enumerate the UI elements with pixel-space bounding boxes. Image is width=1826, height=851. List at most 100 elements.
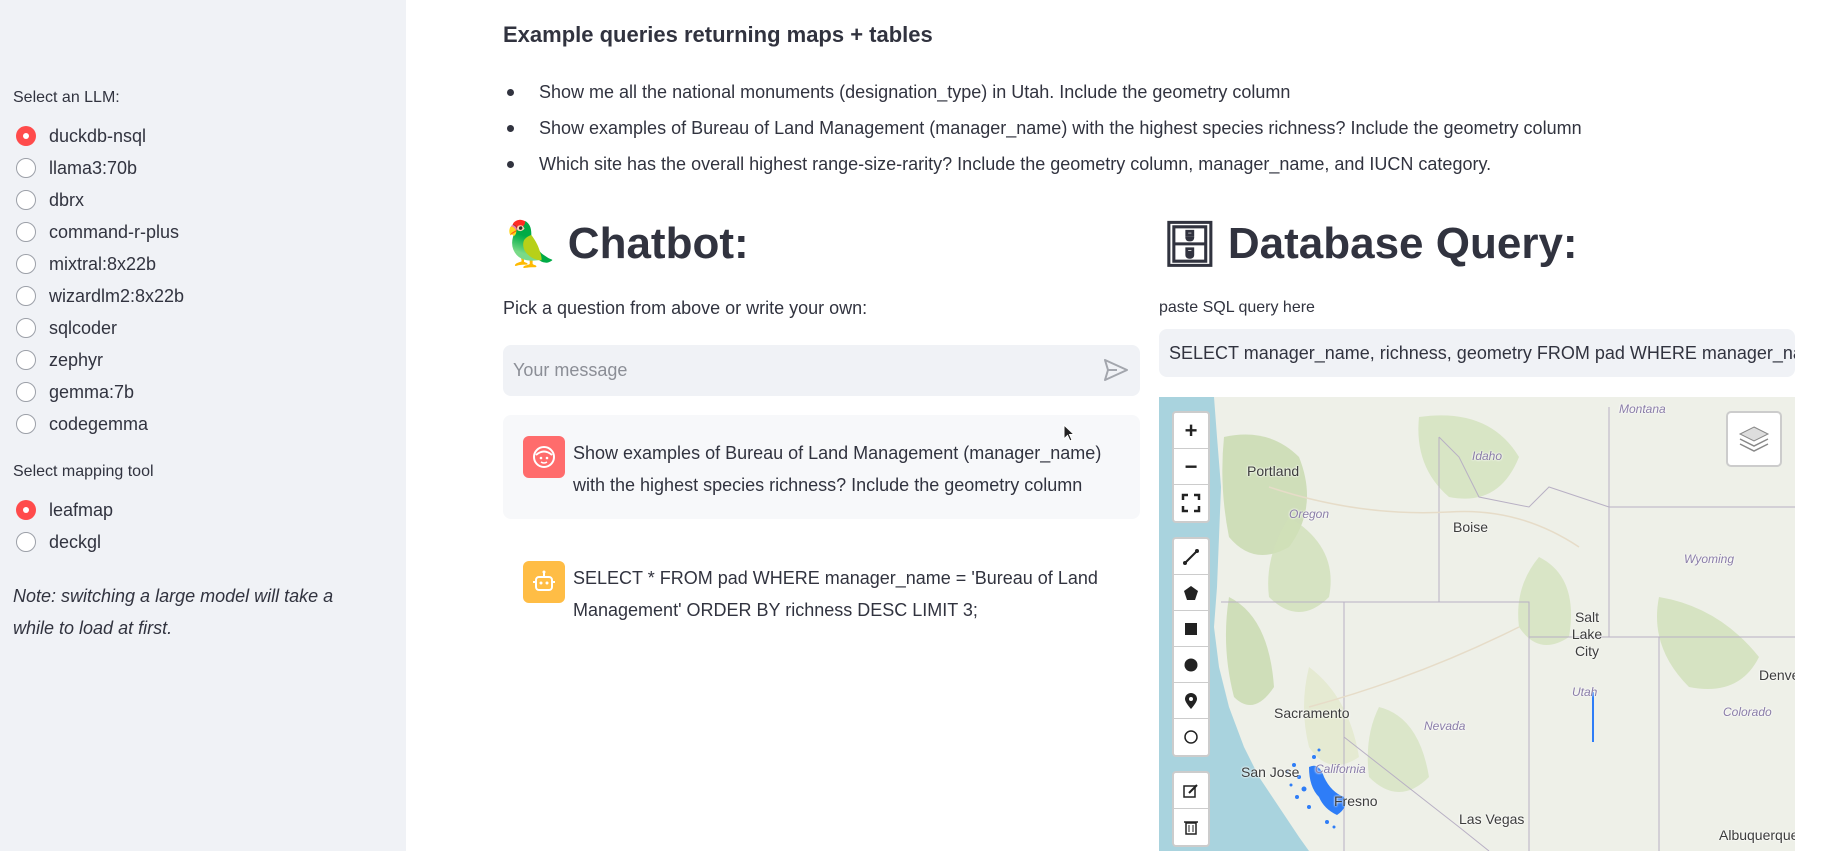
- zoom-out-button[interactable]: −: [1174, 449, 1208, 485]
- circle-icon: [1184, 658, 1198, 671]
- llm-option-label: mixtral:8x22b: [49, 253, 157, 274]
- llm-option-wizardlm2[interactable]: wizardlm2:8x22b: [16, 284, 184, 308]
- draw-circle-button[interactable]: [1174, 647, 1208, 683]
- llm-option-gemma[interactable]: gemma:7b: [16, 380, 134, 404]
- fullscreen-icon: [1181, 493, 1201, 513]
- radio-unselected-icon[interactable]: [16, 190, 36, 210]
- fullscreen-button[interactable]: [1174, 485, 1208, 521]
- rectangle-icon: [1185, 622, 1197, 635]
- user-avatar: [523, 436, 565, 478]
- radio-unselected-icon[interactable]: [16, 254, 36, 274]
- radio-unselected-icon[interactable]: [16, 414, 36, 434]
- llm-select-label: Select an LLM:: [13, 89, 120, 106]
- file-cabinet-icon: 🗄: [1162, 220, 1218, 269]
- llm-option-zephyr[interactable]: zephyr: [16, 348, 103, 372]
- edit-layers-button[interactable]: [1174, 773, 1208, 809]
- map-label-california: California: [1315, 762, 1366, 776]
- chatbot-heading: 🦜 Chatbot:: [503, 218, 749, 270]
- llm-option-duckdb-nsql[interactable]: duckdb-nsql: [16, 124, 146, 148]
- map-label-san-jose: San Jose: [1241, 764, 1300, 780]
- sidebar: Select an LLM: duckdb-nsql llama3:70b db…: [0, 0, 406, 851]
- robot-icon: [533, 570, 555, 591]
- edit-icon: [1183, 783, 1198, 798]
- llm-option-mixtral[interactable]: mixtral:8x22b: [16, 252, 156, 276]
- sidebar-note: Note: switching a large model will take …: [13, 586, 334, 638]
- user-face-icon: [533, 446, 555, 468]
- chat-prompt-label: Pick a question from above or write your…: [503, 298, 868, 318]
- example-item: Which site has the overall highest range…: [503, 150, 1582, 186]
- map-label-nevada: Nevada: [1424, 719, 1466, 733]
- polyline-icon: [1183, 548, 1199, 565]
- llm-option-command-r-plus[interactable]: command-r-plus: [16, 220, 179, 244]
- radio-unselected-icon[interactable]: [16, 532, 36, 552]
- map-label-albuquerque: Albuquerque: [1719, 827, 1795, 843]
- draw-polyline-button[interactable]: [1174, 539, 1208, 575]
- llm-option-sqlcoder[interactable]: sqlcoder: [16, 316, 117, 340]
- map-label-colorado: Colorado: [1723, 705, 1772, 719]
- map-label-boise: Boise: [1453, 519, 1489, 535]
- map-label-las-vegas: Las Vegas: [1459, 811, 1525, 827]
- layers-icon: [1738, 426, 1770, 452]
- example-item: Show me all the national monuments (desi…: [503, 78, 1582, 114]
- llm-option-label: command-r-plus: [49, 221, 180, 242]
- examples-heading: Example queries returning maps + tables: [503, 22, 933, 47]
- draw-marker-button[interactable]: [1174, 683, 1208, 719]
- sql-query-input[interactable]: [1159, 329, 1795, 377]
- mapping-select-label: Select mapping tool: [13, 463, 154, 480]
- draw-polygon-button[interactable]: [1174, 575, 1208, 611]
- edit-toolbar: [1172, 771, 1210, 847]
- radio-unselected-icon[interactable]: [16, 286, 36, 306]
- layers-control-button[interactable]: [1726, 411, 1782, 467]
- sql-input-label: paste SQL query here: [1159, 299, 1315, 316]
- zoom-controls: + −: [1172, 411, 1210, 523]
- llm-option-label: duckdb-nsql: [49, 125, 147, 146]
- mapping-option-label: deckgl: [49, 531, 102, 552]
- radio-unselected-icon[interactable]: [16, 158, 36, 178]
- radio-unselected-icon[interactable]: [16, 350, 36, 370]
- llm-option-label: gemma:7b: [49, 381, 135, 402]
- llm-option-llama3[interactable]: llama3:70b: [16, 156, 137, 180]
- llm-option-label: zephyr: [49, 349, 104, 370]
- assistant-avatar: [523, 561, 565, 603]
- radio-selected-icon[interactable]: [16, 500, 36, 520]
- radio-unselected-icon[interactable]: [16, 222, 36, 242]
- map-label-oregon: Oregon: [1289, 507, 1330, 521]
- chat-message-user: Show examples of Bureau of Land Manageme…: [503, 415, 1140, 519]
- llm-option-label: wizardlm2:8x22b: [49, 285, 185, 306]
- radio-unselected-icon[interactable]: [16, 382, 36, 402]
- mapping-option-label: leafmap: [49, 499, 114, 520]
- map-label-salt-lake-city: Salt Lake City: [1571, 609, 1603, 659]
- llm-option-label: llama3:70b: [49, 157, 138, 178]
- draw-toolbar: [1172, 537, 1210, 757]
- chat-message-input[interactable]: [503, 345, 1083, 396]
- delete-layers-button[interactable]: [1174, 809, 1208, 845]
- trash-icon: [1184, 821, 1198, 835]
- llm-option-dbrx[interactable]: dbrx: [16, 188, 84, 212]
- map-label-denver: Denve: [1759, 667, 1795, 683]
- chatbot-title: Chatbot:: [567, 219, 749, 268]
- marker-icon: [1185, 692, 1197, 709]
- map-label-utah: Utah: [1572, 685, 1598, 699]
- zoom-in-button[interactable]: +: [1174, 413, 1208, 449]
- map-label-idaho: Idaho: [1472, 449, 1503, 463]
- sql-input-box: [1159, 329, 1795, 377]
- polygon-icon: [1184, 585, 1198, 600]
- llm-option-label: sqlcoder: [49, 317, 118, 338]
- map-label-portland: Portland: [1247, 463, 1300, 479]
- mapping-option-deckgl[interactable]: deckgl: [16, 530, 101, 554]
- chat-message-assistant: SELECT * FROM pad WHERE manager_name = '…: [503, 540, 1140, 644]
- draw-rectangle-button[interactable]: [1174, 611, 1208, 647]
- database-heading: 🗄 Database Query:: [1162, 218, 1578, 270]
- radio-selected-icon[interactable]: [16, 126, 36, 146]
- radio-unselected-icon[interactable]: [16, 318, 36, 338]
- llm-option-codegemma[interactable]: codegemma: [16, 412, 148, 436]
- send-icon[interactable]: [1104, 359, 1128, 381]
- map-view[interactable]: Montana Portland Idaho Oregon Boise Wyom…: [1159, 397, 1795, 851]
- map-label-fresno: Fresno: [1334, 793, 1378, 809]
- map-label-wyoming: Wyoming: [1684, 552, 1735, 566]
- example-item: Show examples of Bureau of Land Manageme…: [503, 114, 1582, 150]
- draw-circlemarker-button[interactable]: [1174, 719, 1208, 755]
- mapping-option-leafmap[interactable]: leafmap: [16, 498, 113, 522]
- llm-option-label: dbrx: [49, 189, 85, 210]
- parrot-icon: 🦜: [503, 220, 558, 269]
